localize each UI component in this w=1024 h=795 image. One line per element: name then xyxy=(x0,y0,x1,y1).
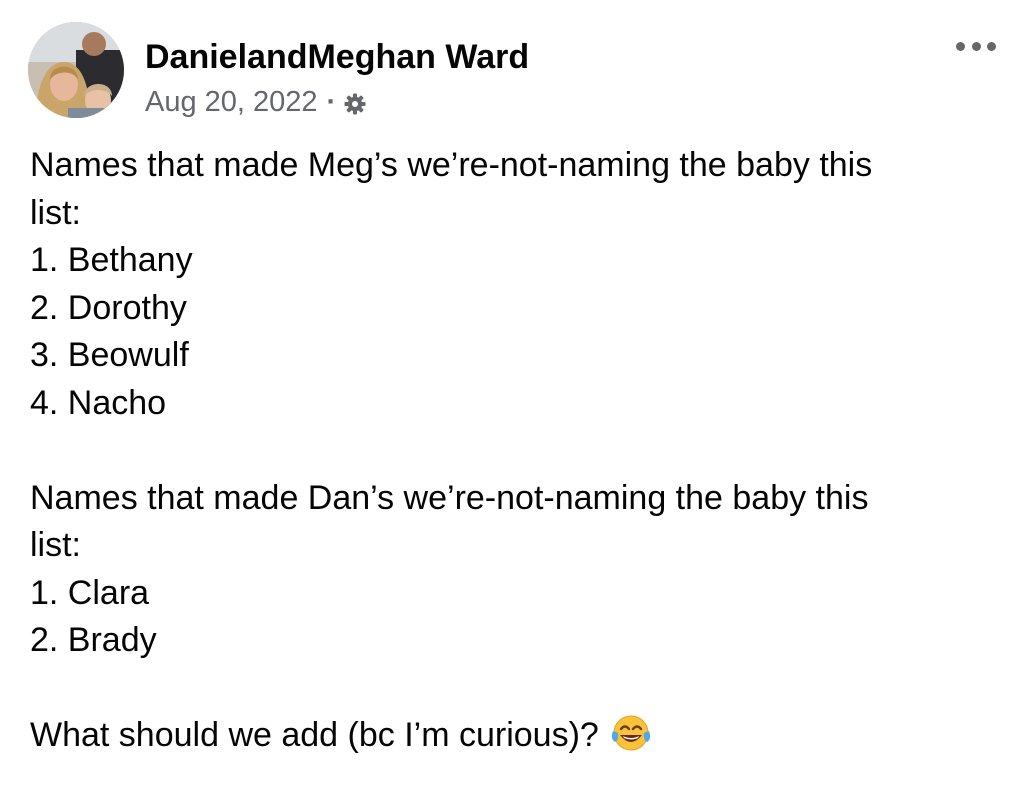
post-line: Names that made Meg’s we’re-not-naming t… xyxy=(30,146,873,184)
post-line: 2. Brady xyxy=(30,621,157,659)
post-line: Names that made Dan’s we’re-not-naming t… xyxy=(30,478,869,517)
post-last-line: What should we add (bc I’m curious)? xyxy=(30,712,990,760)
post-line: 3. Beowulf xyxy=(30,336,189,374)
post-line: 2. Dorothy xyxy=(30,288,187,327)
post-line: list: xyxy=(30,193,81,232)
more-dot xyxy=(956,41,965,51)
author-name[interactable]: DanielandMeghan Ward xyxy=(145,38,529,77)
post-header: DanielandMeghan Ward Aug 20, 2022 · xyxy=(28,22,996,122)
more-dot xyxy=(987,41,996,51)
post-line: 1. Bethany xyxy=(30,241,193,279)
more-options-icon[interactable] xyxy=(956,36,996,56)
facebook-post: DanielandMeghan Ward Aug 20, 2022 · Name… xyxy=(0,0,1024,795)
gear-icon[interactable] xyxy=(343,91,367,115)
tears-of-joy-emoji-icon xyxy=(609,713,653,753)
post-question: What should we add (bc I’m curious)? xyxy=(30,716,599,754)
post-line: 4. Nacho xyxy=(30,383,167,422)
post-line: 1. Clara xyxy=(30,573,150,612)
meta-separator: · xyxy=(326,86,337,118)
post-text: Names that made Meg’s we’re-not-naming t… xyxy=(30,142,990,760)
more-dot xyxy=(971,41,981,51)
post-date[interactable]: Aug 20, 2022 xyxy=(145,86,318,119)
post-line: list: xyxy=(30,526,81,564)
avatar[interactable] xyxy=(28,22,124,118)
post-meta: Aug 20, 2022 · xyxy=(145,86,367,119)
